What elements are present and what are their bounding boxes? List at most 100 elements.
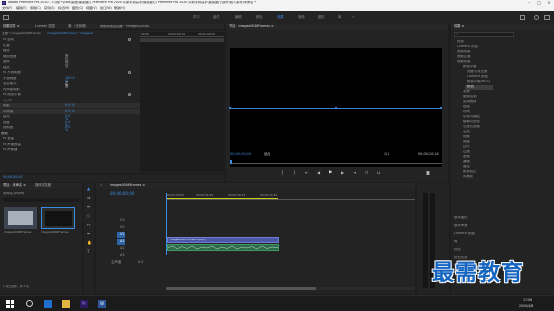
timeline-zoom-scrollbar[interactable] [166, 287, 415, 290]
tree-item[interactable]: 亮度与对比度 [467, 70, 487, 73]
mark-in-icon[interactable]: { [281, 171, 284, 175]
menu-marker[interactable]: 标记(M) [58, 6, 69, 10]
track-header-v2[interactable]: V2 [108, 225, 165, 231]
home-icon[interactable] [3, 15, 9, 20]
tree-item[interactable]: 键控 [463, 165, 470, 168]
export-icon[interactable] [520, 15, 525, 20]
tree-item[interactable]: 扭曲 [463, 105, 470, 108]
quality-dropdown[interactable]: 1/1 [384, 152, 389, 156]
work-area-bar[interactable] [166, 198, 278, 199]
selection-tool-icon[interactable]: ▲ [87, 187, 90, 191]
tree-item[interactable]: 视频 [463, 135, 470, 138]
tree-item[interactable]: 过时 [463, 145, 470, 148]
workspace-more[interactable]: » [352, 15, 354, 19]
extract-icon[interactable]: ⊔ [377, 171, 380, 175]
mark-out-icon[interactable]: } [293, 171, 296, 175]
tree-item[interactable]: 变换 [463, 90, 470, 93]
tree-item[interactable]: Lumetri 颜色 [467, 75, 488, 78]
workspace-learn[interactable]: 学习 [193, 15, 200, 19]
sequence-thumbnail[interactable] [41, 207, 75, 229]
tree-item[interactable]: 图像控制 [463, 95, 477, 98]
property-row[interactable]: 中间调 0.0 % [0, 108, 140, 114]
tree-item[interactable]: 音频效果 [457, 50, 471, 53]
tree-item[interactable]: 颜色校正 [463, 170, 477, 173]
reset-icon[interactable] [128, 93, 131, 96]
menu-help[interactable]: 帮助(H) [114, 6, 125, 10]
effect-controls-timecode[interactable]: 00;00;00;00 [3, 175, 22, 179]
master-track-header[interactable]: 主声道 0.0 [108, 260, 165, 266]
tree-item[interactable]: 通道 [463, 160, 470, 163]
menu-sequence[interactable]: 序列(S) [44, 6, 55, 10]
timeline-timecode[interactable]: 00;00;00;00 [110, 192, 134, 196]
camera-icon[interactable]: ◙ [426, 171, 430, 175]
reset-icon[interactable] [128, 38, 131, 41]
tree-item[interactable]: 风格化 [463, 175, 473, 178]
effects-search-input[interactable] [454, 32, 514, 37]
tree-item[interactable]: Lumetri 预设 [457, 45, 478, 48]
menu-graphics[interactable]: 图形(G) [72, 6, 83, 10]
windows-start-icon[interactable] [6, 300, 14, 308]
program-scrubber[interactable] [230, 160, 442, 164]
program-timecode[interactable]: 00;00;00;00 [230, 152, 251, 157]
workspace-libraries[interactable]: 库 [338, 15, 341, 19]
workspace-graphics[interactable]: 图形 [318, 15, 325, 19]
tree-item[interactable]: 音频过渡 [457, 55, 471, 58]
search-icon[interactable] [26, 300, 33, 307]
anchor-handle[interactable] [335, 107, 337, 109]
tree-item[interactable]: 沉浸式视频 [463, 125, 480, 128]
anchor-handle[interactable] [440, 107, 442, 109]
section-essential-sound[interactable]: 基本声音 [454, 224, 468, 227]
track-header-v3[interactable]: V3 [108, 218, 165, 224]
track-header-v1[interactable]: V1 [108, 232, 165, 238]
anchor-handle[interactable] [229, 107, 231, 109]
section-essential-graphics[interactable]: 基本图形 [454, 216, 468, 219]
section-markers[interactable]: 标记 [454, 248, 461, 251]
property-row[interactable]: 阴影 0.0 % [0, 103, 140, 108]
premiere-taskbar-icon[interactable]: Pr [80, 300, 88, 308]
word-icon[interactable]: W [98, 300, 106, 308]
tree-item[interactable]: 生成 [463, 130, 470, 133]
menu-clip[interactable]: 剪辑(C) [30, 6, 41, 10]
notifications-icon[interactable] [534, 15, 539, 20]
go-to-out-icon[interactable]: ⇥ [353, 171, 356, 175]
type-tool-icon[interactable]: T [87, 250, 89, 254]
razor-tool-icon[interactable]: ◇ [87, 214, 90, 218]
tab-project[interactable]: 项目：未命名 ≡ [3, 183, 26, 187]
tab-media-browser[interactable]: 媒体浏览器 [35, 183, 51, 187]
file-explorer-icon[interactable] [62, 300, 70, 308]
tab-lumetri-scopes[interactable]: Lumetri 范围 [35, 24, 55, 28]
go-to-in-icon[interactable]: ⇤ [305, 171, 308, 175]
video-clip[interactable]: images0046Frames.mp4[V] [167, 237, 279, 243]
tree-item[interactable]: 过渡 [463, 150, 470, 153]
menu-view[interactable]: 视图(V) [86, 6, 97, 10]
tree-item[interactable]: 颜色平衡 [463, 65, 477, 68]
tree-item[interactable]: 预设 [457, 40, 464, 43]
menu-window[interactable]: 窗口(W) [100, 6, 112, 10]
workspace-color[interactable]: 颜色 [256, 15, 263, 19]
tab-effects[interactable]: 效果 ≡ [454, 24, 464, 28]
timeline-ruler[interactable]: 00;00;00;00 00;00;04;29 00;00;09;29 00;0… [166, 193, 415, 200]
tree-item[interactable]: 颜色平衡(HLS) [467, 80, 490, 83]
tree-item[interactable]: 颜色 [467, 85, 474, 88]
clip-thumbnail[interactable] [4, 207, 37, 229]
tree-item[interactable]: 实用程序 [463, 100, 477, 103]
lift-icon[interactable]: ⊓ [365, 171, 368, 175]
section-libraries[interactable]: 库 [454, 240, 457, 243]
close-icon[interactable]: × [100, 184, 103, 187]
pen-tool-icon[interactable]: ✒ [87, 232, 90, 236]
track-header-a1[interactable]: A1 [108, 239, 165, 245]
audio-clip[interactable] [167, 244, 279, 251]
workspace-audio[interactable]: 音频 [298, 15, 305, 19]
workspace-editing[interactable]: 编辑 [235, 15, 242, 19]
section-lumetri-color[interactable]: Lumetri 颜色 [454, 232, 475, 235]
tree-item[interactable]: 模糊与锐化 [463, 120, 480, 123]
scroll-thumb[interactable] [166, 287, 316, 290]
tree-item[interactable]: 杂色与颗粒 [463, 115, 480, 118]
track-header-a3[interactable]: A3 [108, 253, 165, 259]
slip-tool-icon[interactable]: ↔ [87, 223, 90, 227]
tab-source[interactable]: 源：(无剪辑) [68, 24, 86, 28]
step-back-icon[interactable]: ◀ [317, 171, 320, 175]
fit-dropdown[interactable]: 适合 [264, 152, 270, 156]
menu-file[interactable]: 文件(F) [2, 6, 12, 10]
playhead[interactable] [230, 160, 232, 164]
